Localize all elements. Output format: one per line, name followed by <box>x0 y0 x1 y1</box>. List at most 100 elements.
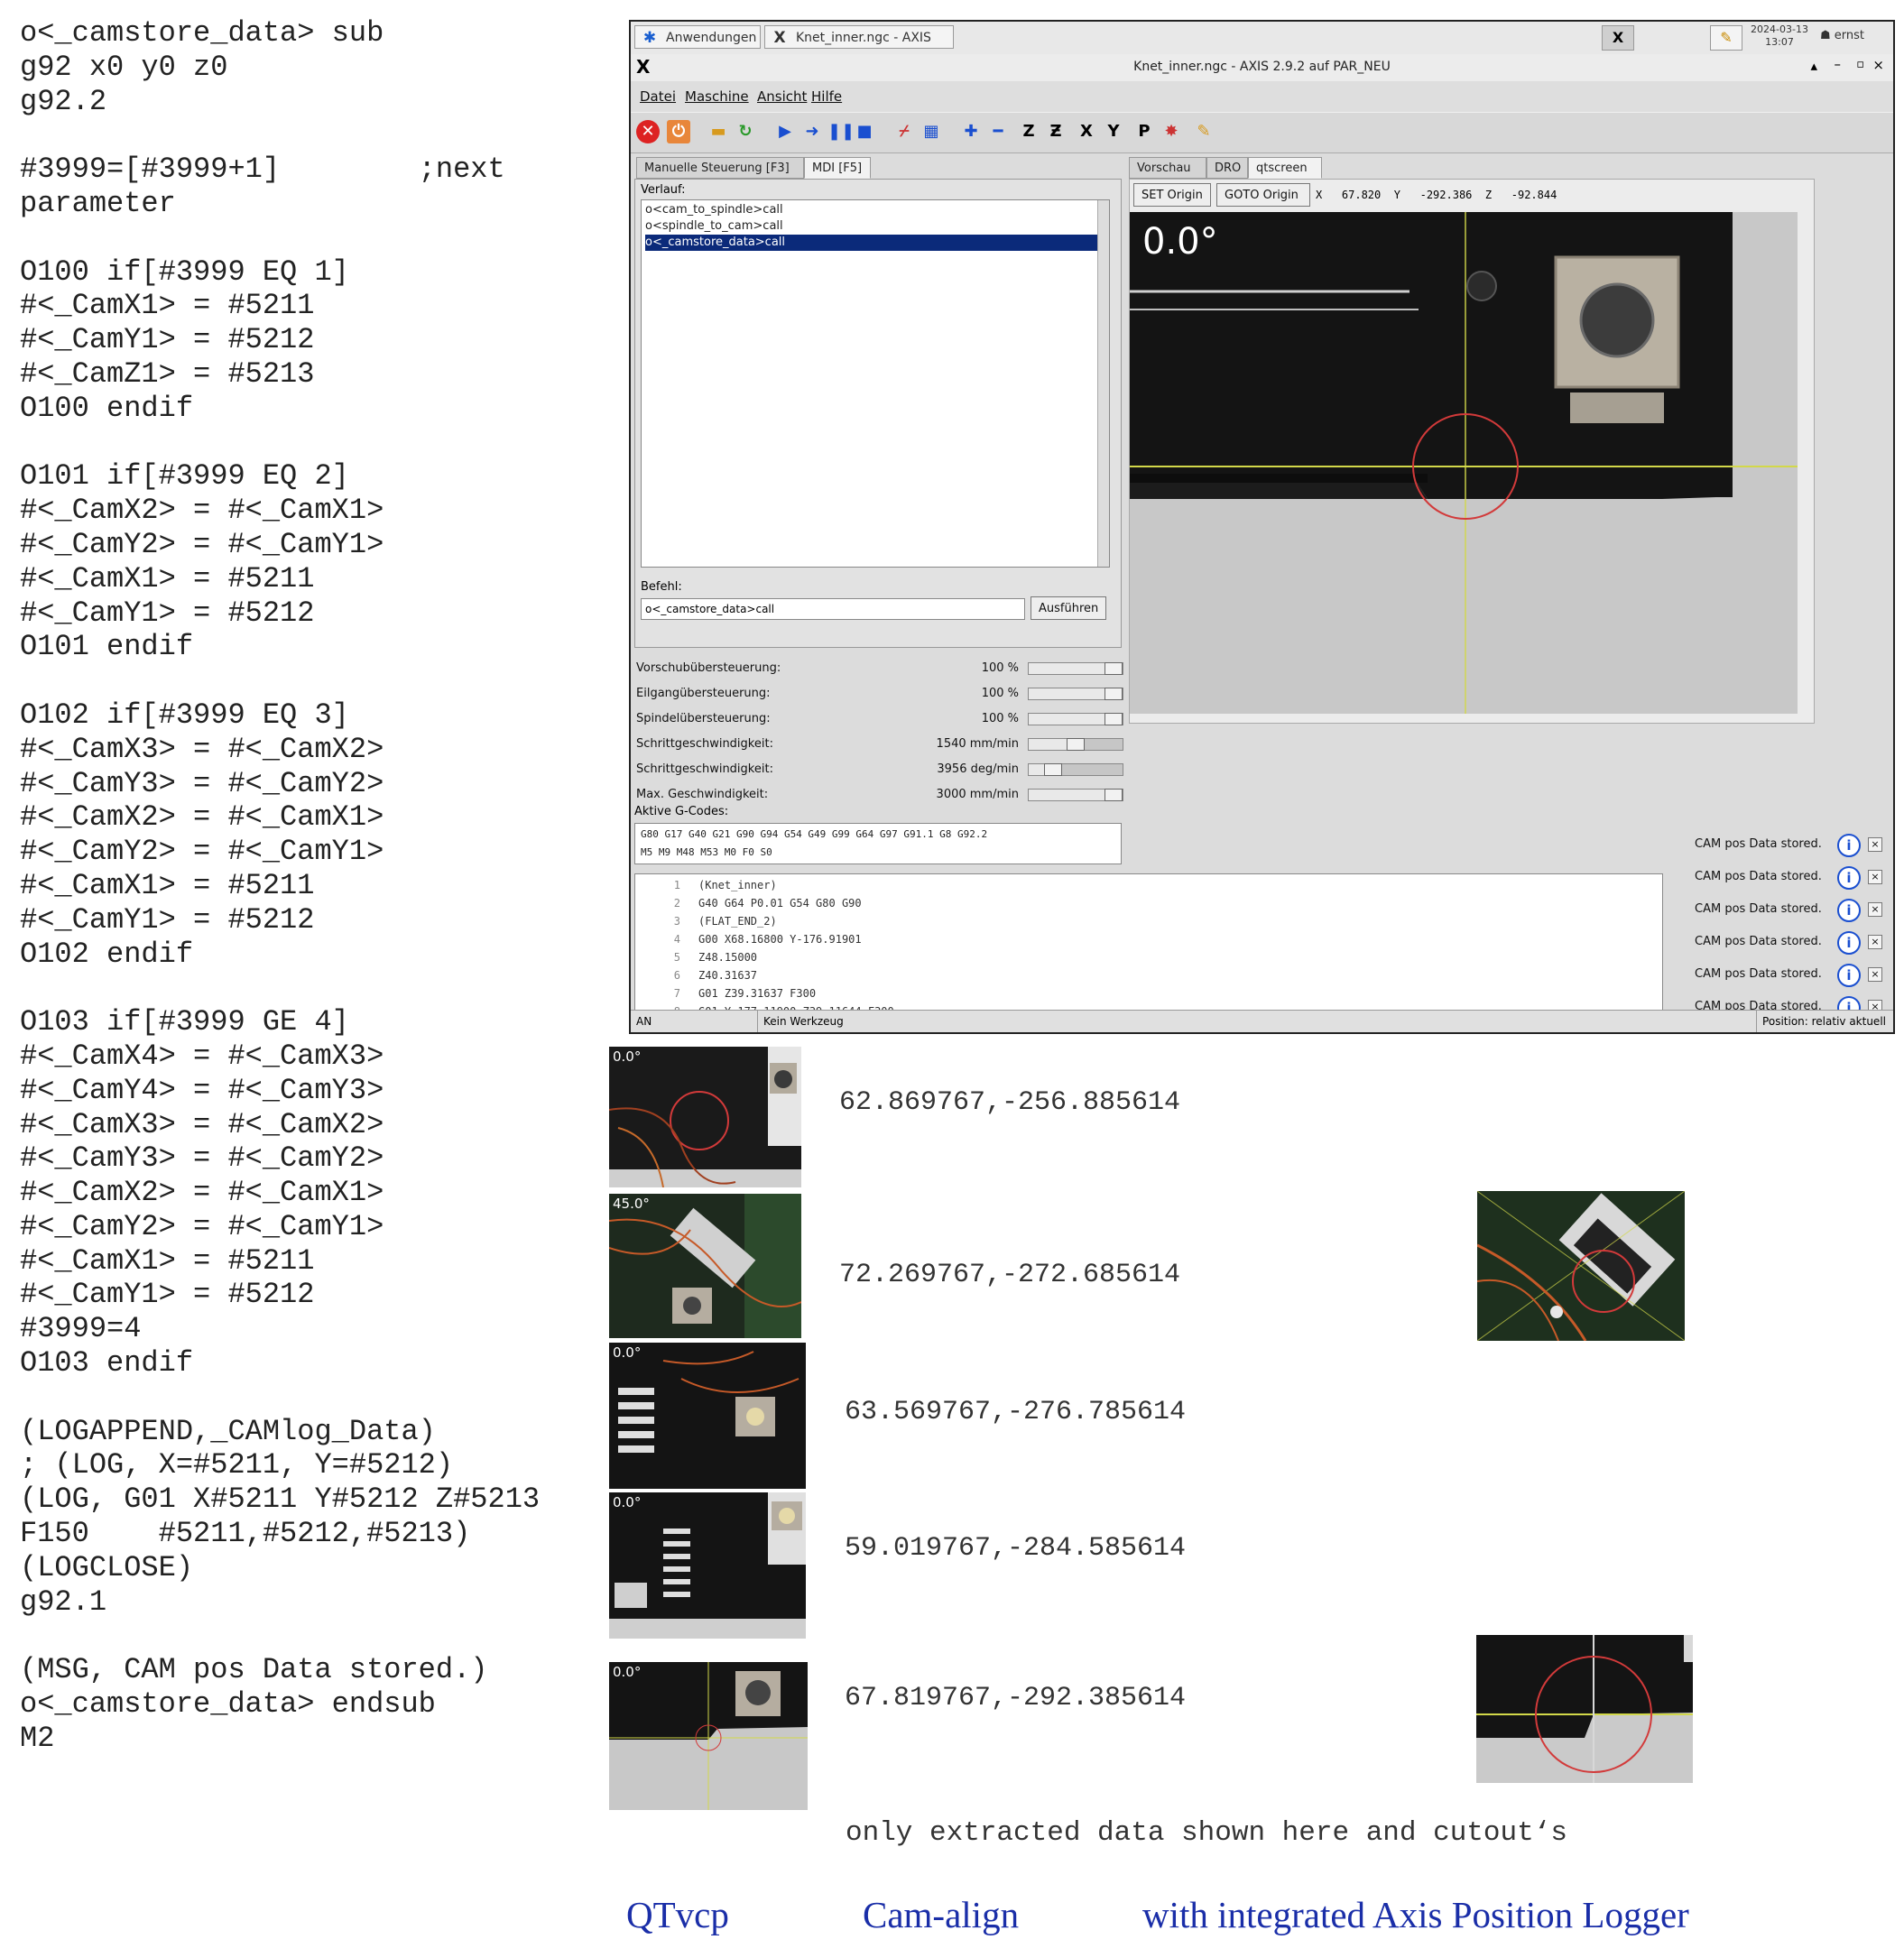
axis-window: ✱ Anwendungen X Knet_inner.ngc - AXIS 2.… <box>629 20 1895 1034</box>
gcode-line-number: 5 <box>673 951 680 964</box>
override-slider[interactable] <box>1028 738 1123 751</box>
tab-mdi[interactable]: MDI [F5] <box>804 157 871 179</box>
applications-button[interactable]: ✱ Anwendungen <box>634 25 761 49</box>
view-y-icon[interactable]: Y <box>1102 120 1125 143</box>
gcode-line[interactable]: Z48.15000 <box>698 948 757 966</box>
zoom-in-icon[interactable]: ✚ <box>959 120 983 143</box>
taskbar-window-axis[interactable]: X Knet_inner.ngc - AXIS 2... <box>764 25 954 69</box>
close-icon[interactable]: × <box>1872 57 1884 73</box>
rotate-view-icon[interactable]: ✸ <box>1160 120 1183 143</box>
tab-preview[interactable]: Vorschau <box>1129 157 1206 179</box>
override-slider[interactable] <box>1028 789 1123 801</box>
slider-knob[interactable] <box>1105 662 1123 675</box>
gcode-line-number: 3 <box>673 915 680 928</box>
code-line: #<_CamX1> = #5211 <box>20 561 315 596</box>
stop-icon[interactable]: ■ <box>853 120 876 143</box>
slider-knob[interactable] <box>1105 789 1123 801</box>
menu-maschine[interactable]: Maschine <box>685 88 749 105</box>
info-icon: i <box>1837 931 1861 955</box>
maximize-icon[interactable]: ▫ <box>1856 58 1864 71</box>
override-label: Schrittgeschwindigkeit: <box>636 762 773 776</box>
history-item[interactable]: o<spindle_to_cam>call <box>645 218 1114 235</box>
view-p-icon[interactable]: P <box>1132 120 1156 143</box>
history-item-selected[interactable]: o<_camstore_data>call <box>645 235 1100 251</box>
user-menu[interactable]: ☗ ernst <box>1820 29 1864 42</box>
estop-icon[interactable]: ✕ <box>636 120 660 143</box>
override-slider[interactable] <box>1028 763 1123 776</box>
notification-text: CAM pos Data stored. <box>1695 935 1822 948</box>
menu-ansicht[interactable]: Ansicht <box>757 88 807 105</box>
override-slider[interactable] <box>1028 688 1123 700</box>
user-icon: ☗ <box>1820 29 1831 42</box>
notification-toast[interactable]: CAM pos Data stored. i × <box>1695 830 1884 859</box>
slider-knob[interactable] <box>1067 738 1085 751</box>
gcode-line[interactable]: Z40.31637 <box>698 966 757 984</box>
reload-icon[interactable]: ↻ <box>734 120 757 143</box>
run-icon[interactable]: ▶ <box>773 120 797 143</box>
goto-origin-button[interactable]: GOTO Origin <box>1216 183 1310 207</box>
gcode-line[interactable]: G40 G64 P0.01 G54 G80 G90 <box>698 894 862 912</box>
camera-view[interactable]: 0.0° <box>1130 212 1798 714</box>
x-window-tray-icon[interactable]: X <box>1602 25 1634 51</box>
code-line: O103 endif <box>20 1346 194 1381</box>
close-icon[interactable]: × <box>1868 935 1882 949</box>
x-window-icon: X <box>773 29 786 47</box>
tab-qtscreen[interactable]: qtscreen <box>1248 157 1322 179</box>
tab-manual-control[interactable]: Manuelle Steuerung [F3] <box>636 157 804 179</box>
notification-toast[interactable]: CAM pos Data stored. i × <box>1695 960 1884 989</box>
view-z2-icon[interactable]: Ƶ <box>1044 120 1068 143</box>
clear-plot-icon[interactable]: ✎ <box>1192 120 1215 143</box>
close-icon[interactable]: × <box>1868 902 1882 917</box>
notification-toast[interactable]: CAM pos Data stored. i × <box>1695 863 1884 891</box>
capture-coordinates: 67.819767,-292.385614 <box>845 1683 1187 1713</box>
command-label: Befehl: <box>641 580 682 594</box>
menu-datei[interactable]: Datei <box>640 88 676 105</box>
code-line: #<_CamX2> = #<_CamX1> <box>20 1176 384 1210</box>
gcode-text-view[interactable]: 1 (Knet_inner) 2 G40 G64 P0.01 G54 G80 G90 3… <box>634 873 1663 1032</box>
notes-tray-icon[interactable]: ✎ <box>1710 25 1742 51</box>
command-input[interactable] <box>641 598 1025 620</box>
gcode-line[interactable]: (Knet_inner) <box>698 876 777 894</box>
view-z-icon[interactable]: Z <box>1017 120 1040 143</box>
code-line: (LOG, G01 X#5211 Y#5212 Z#5213 <box>20 1482 541 1517</box>
info-icon: i <box>1837 866 1861 890</box>
close-icon[interactable]: × <box>1868 967 1882 982</box>
info-icon: i <box>1837 899 1861 922</box>
slider-knob[interactable] <box>1105 688 1123 700</box>
override-slider[interactable] <box>1028 713 1123 725</box>
close-icon[interactable]: × <box>1868 870 1882 884</box>
capture-coordinates: 63.569767,-276.785614 <box>845 1397 1187 1427</box>
gcode-line[interactable]: G01 Z39.31637 F300 <box>698 984 816 1002</box>
gcode-line[interactable]: G00 X68.16800 Y-176.91901 <box>698 930 862 948</box>
slider-knob[interactable] <box>1105 713 1123 725</box>
notification-text: CAM pos Data stored. <box>1695 837 1822 851</box>
machine-power-icon[interactable]: ⏻ <box>667 120 690 143</box>
step-icon[interactable]: ➜ <box>800 120 824 143</box>
notification-toast[interactable]: CAM pos Data stored. i × <box>1695 895 1884 924</box>
menu-hilfe[interactable]: Hilfe <box>811 88 842 105</box>
view-x-icon[interactable]: X <box>1075 120 1098 143</box>
close-icon[interactable]: × <box>1868 837 1882 852</box>
slider-knob[interactable] <box>1043 763 1062 776</box>
execute-button[interactable]: Ausführen <box>1031 596 1106 620</box>
history-scrollbar[interactable] <box>1097 200 1109 567</box>
set-origin-button[interactable]: SET Origin <box>1133 183 1211 207</box>
open-folder-icon[interactable]: ▬ <box>707 120 730 143</box>
zoom-out-icon[interactable]: ━ <box>986 120 1010 143</box>
tab-dro[interactable]: DRO <box>1206 157 1248 179</box>
optional-stop-icon[interactable]: ▦ <box>920 120 943 143</box>
window-titlebar: X Knet_inner.ngc - AXIS 2.9.2 auf PAR_NE… <box>631 54 1893 82</box>
pause-icon[interactable]: ❚❚ <box>827 120 855 143</box>
gcode-line[interactable]: (FLAT_END_2) <box>698 912 777 930</box>
cam-position-readout: X 67.820 Y -292.386 Z -92.844 <box>1316 189 1557 201</box>
override-slider[interactable] <box>1028 662 1123 675</box>
shade-icon[interactable]: ▴ <box>1810 58 1817 74</box>
block-delete-icon[interactable]: ⌿ <box>892 120 916 143</box>
gcode-line-number: 4 <box>673 933 680 946</box>
minimize-icon[interactable]: – <box>1835 56 1842 72</box>
code-line: O101 endif <box>20 630 194 664</box>
history-item[interactable]: o<cam_to_spindle>call <box>645 202 1114 218</box>
history-list[interactable]: o<cam_to_spindle>call o<spindle_to_cam>c… <box>641 199 1110 568</box>
notification-toast[interactable]: CAM pos Data stored. i × <box>1695 928 1884 956</box>
